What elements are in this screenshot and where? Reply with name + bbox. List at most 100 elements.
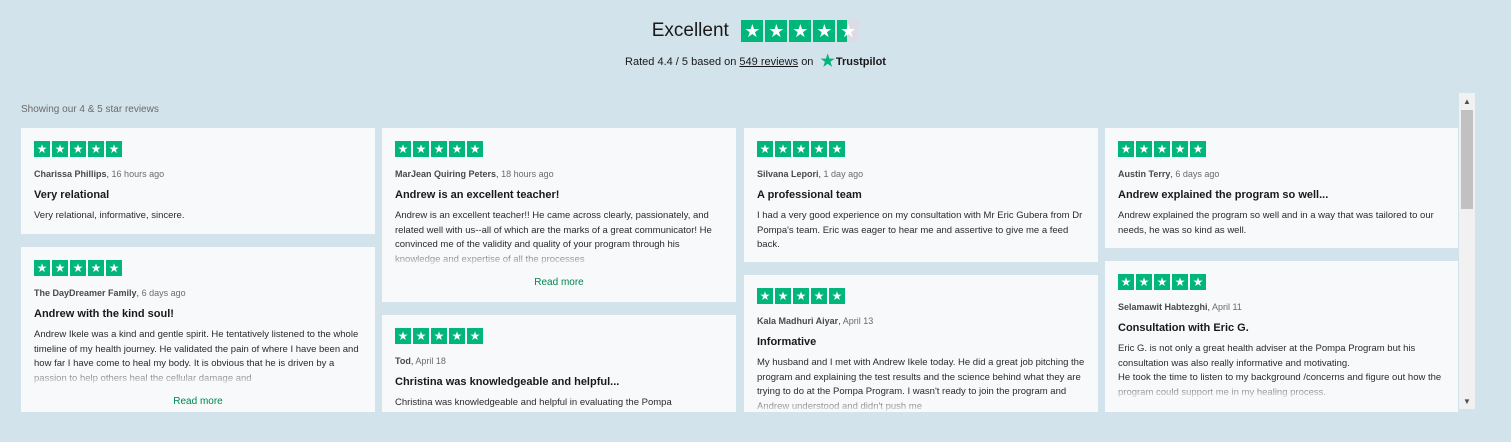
reviews-grid: ★ ★ ★ ★ ★ Charissa Phillips, 16 hours ago Ve… [21,128,1458,412]
review-stars: ★ ★ ★ ★ ★ [395,141,723,157]
review-title: Christina was knowledgeable and helpful.… [395,376,620,388]
review-author-line: The DayDreamer Family, 6 days ago [34,288,186,298]
rated-text: Rated 4.4 / 5 based on [625,55,737,68]
star-icon: ★ [413,141,429,157]
star-icon: ★ [757,141,773,157]
star-icon: ★ [1118,274,1134,290]
star-icon: ★ [52,141,68,157]
review-stars: ★ ★ ★ ★ ★ [395,328,723,344]
review-date: April 13 [842,316,874,326]
trustpilot-logo[interactable]: ★ Trustpilot [821,54,886,70]
star-icon: ★ [449,141,465,157]
review-stars: ★ ★ ★ ★ ★ [1118,274,1446,290]
star-icon: ★ [395,328,411,344]
review-card[interactable]: ★ ★ ★ ★ ★ Kala Madhuri Aiyar, April 13 Infor… [744,275,1098,412]
review-body: Very relational, informative, sincere. [34,210,185,221]
review-body: I had a very good experience on my consu… [757,210,1083,250]
review-title: Andrew explained the program so well... [1118,189,1329,201]
star-icon: ★ [431,328,447,344]
trustpilot-star-icon: ★ [820,53,835,70]
star-icon: ★ [811,288,827,304]
star-icon: ★ [811,141,827,157]
reviews-link[interactable]: 549 reviews [739,56,798,68]
review-title: Very relational [34,189,110,201]
review-author-line: Austin Terry, 6 days ago [1118,169,1220,179]
review-body: Eric G. is not only a great health advis… [1118,342,1446,400]
review-title: Informative [757,336,817,348]
star-icon: ★ [1190,274,1206,290]
star-icon: ★ [106,141,122,157]
review-stars: ★ ★ ★ ★ ★ [34,260,362,276]
review-card[interactable]: ★ ★ ★ ★ ★ Charissa Phillips, 16 hours ago Ve… [21,128,375,234]
review-title: Andrew with the kind soul! [34,308,174,320]
review-card[interactable]: ★ ★ ★ ★ ★ Selamawit Habtezghi, April 11 Cons… [1105,261,1458,412]
scrollbar-thumb[interactable] [1461,110,1473,209]
review-card[interactable]: ★ ★ ★ ★ ★ Austin Terry, 6 days ago Andrew ex… [1105,128,1458,248]
review-title: A professional team [757,189,862,201]
reviews-scrollbar[interactable]: ▲ ▼ [1459,93,1475,409]
read-more-link[interactable]: Read more [395,277,723,288]
review-card[interactable]: ★ ★ ★ ★ ★ Silvana Lepori, 1 day ago A profes… [744,128,1098,262]
review-card[interactable]: ★ ★ ★ ★ ★ MarJean Quiring Peters, 18 hours a… [382,128,736,302]
review-author: Kala Madhuri Aiyar [757,316,839,326]
star-icon: ★ [1172,141,1188,157]
review-author-line: Charissa Phillips, 16 hours ago [34,169,165,179]
star-icon: ★ [829,141,845,157]
review-date: 6 days ago [141,288,186,298]
overall-stars: ★ ★ ★ ★ ★ [741,20,860,42]
review-author: Selamawit Habtezghi [1118,302,1208,312]
review-date: 6 days ago [1175,169,1220,179]
star-icon: ★ [793,141,809,157]
review-stars: ★ ★ ★ ★ ★ [757,288,1085,304]
review-stars: ★ ★ ★ ★ ★ [1118,141,1446,157]
arrow-up-icon[interactable]: ▲ [1459,93,1475,109]
star-icon: ★ [775,288,791,304]
review-author: Silvana Lepori [757,169,819,179]
review-author: The DayDreamer Family [34,288,137,298]
star-icon: ★ [70,141,86,157]
star-icon: ★ [1136,141,1152,157]
review-date: April 18 [415,356,446,366]
star-icon: ★ [88,141,104,157]
review-body: My husband and I met with Andrew Ikele t… [757,356,1085,412]
review-date: 1 day ago [823,169,864,179]
star-icon: ★ [1154,274,1170,290]
rating-word: Excellent [651,20,729,41]
star-icon: ★ [34,260,50,276]
star-icon: ★ [431,141,447,157]
star-icon: ★ [1136,274,1152,290]
review-card[interactable]: ★ ★ ★ ★ ★ Tod, April 18 Christina was knowle… [382,315,736,412]
review-author: Tod [395,356,411,366]
filter-text: Showing our 4 & 5 star reviews [21,104,159,115]
star-icon: ★ [88,260,104,276]
star-icon: ★ [829,288,845,304]
half-star-icon: ★ [837,20,860,42]
star-icon: ★ [467,328,483,344]
star-icon: ★ [413,328,429,344]
on-text: on [801,55,814,68]
star-icon: ★ [765,20,788,42]
star-icon: ★ [34,141,50,157]
review-body: Andrew is an excellent teacher!! He came… [395,209,723,267]
review-author-line: Tod, April 18 [395,356,446,366]
star-icon: ★ [1154,141,1170,157]
review-card[interactable]: ★ ★ ★ ★ ★ The DayDreamer Family, 6 days ago … [21,247,375,412]
review-date: April 11 [1212,302,1242,312]
review-stars: ★ ★ ★ ★ ★ [757,141,1085,157]
star-icon: ★ [775,141,791,157]
review-author-line: Silvana Lepori, 1 day ago [757,169,864,179]
rating-summary: Rated 4.4 / 5 based on 549 reviews on ★ … [0,54,1511,70]
read-more-link[interactable]: Read more [34,396,362,407]
review-body: Christina was knowledgeable and helpful … [395,397,672,408]
star-icon: ★ [1190,141,1206,157]
review-date: 18 hours ago [501,169,554,179]
review-author: Austin Terry [1118,169,1171,179]
star-icon: ★ [449,328,465,344]
review-body: Andrew explained the program so well and… [1118,210,1434,236]
arrow-down-icon[interactable]: ▼ [1459,393,1475,409]
review-date: 16 hours ago [111,169,165,179]
review-title: Consultation with Eric G. [1118,322,1249,334]
star-icon: ★ [1118,141,1134,157]
review-author: Charissa Phillips [34,169,107,179]
star-icon: ★ [789,20,812,42]
